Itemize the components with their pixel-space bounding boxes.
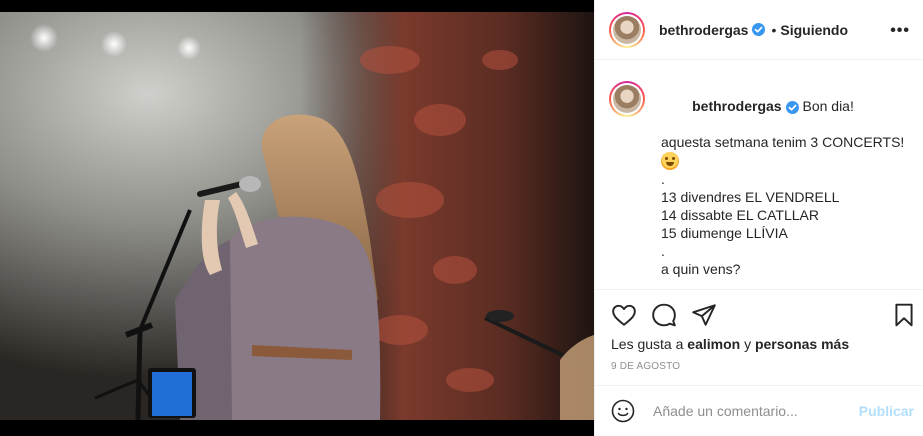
comment-icon[interactable] [651, 302, 677, 328]
emoji-icon[interactable] [611, 399, 635, 423]
avatar-image [613, 85, 641, 113]
post-date[interactable]: 9 DE AGOSTO [611, 361, 680, 372]
caption-avatar[interactable] [609, 81, 645, 117]
caption-line-10 [661, 278, 904, 288]
separator-dot: • [771, 21, 777, 38]
more-options-icon[interactable]: ••• [890, 22, 910, 40]
likes-summary: Les gusta a ealimon y personas más [611, 336, 849, 352]
verified-badge-icon [785, 100, 799, 114]
post-photo[interactable] [0, 0, 594, 436]
bookmark-icon[interactable] [891, 302, 917, 328]
caption-line-9: a quin vens? [661, 261, 741, 278]
likes-user-link[interactable]: ealimon [687, 336, 740, 352]
caption-area: bethrodergas Bon dia! aquesta setmana te… [595, 61, 923, 288]
caption-line-1: Bon dia! [802, 98, 854, 114]
caption-username[interactable]: bethrodergas [692, 98, 781, 114]
caption-line-5: 13 divendres EL VENDRELL [661, 189, 840, 206]
share-icon[interactable] [691, 302, 717, 328]
concert-photo [0, 0, 594, 436]
likes-prefix: Les gusta a [611, 336, 684, 352]
avatar-image [613, 15, 641, 44]
caption-line-4: . [661, 171, 665, 188]
following-button[interactable]: Siguiendo [780, 22, 848, 38]
post-actions: Les gusta a ealimon y personas más 9 DE … [595, 289, 923, 385]
heart-icon[interactable] [611, 302, 637, 328]
caption-line-7: 15 diumenge LLÍVIA [661, 225, 788, 242]
author-username[interactable]: bethrodergas [659, 22, 748, 38]
verified-badge-icon [752, 23, 766, 36]
caption-line-2: aquesta setmana tenim 3 CONCERTS! [661, 134, 905, 150]
likes-others-link[interactable]: personas más [755, 336, 849, 352]
smiling-face-with-hearts-icon [661, 152, 679, 171]
publish-button[interactable]: Publicar [859, 403, 914, 419]
caption-line-6: 14 dissabte EL CATLLAR [661, 207, 819, 224]
comment-bar: Publicar [595, 385, 923, 436]
author-avatar[interactable] [609, 11, 645, 48]
caption-line-8: . [661, 243, 665, 260]
post-header: bethrodergas • Siguiendo ••• [595, 0, 923, 60]
caption-text: bethrodergas Bon dia! aquesta setmana te… [661, 79, 904, 288]
likes-connector: y [744, 336, 752, 352]
comment-input[interactable] [651, 402, 855, 420]
post-sidebar: bethrodergas • Siguiendo ••• bethroderga… [594, 0, 923, 436]
